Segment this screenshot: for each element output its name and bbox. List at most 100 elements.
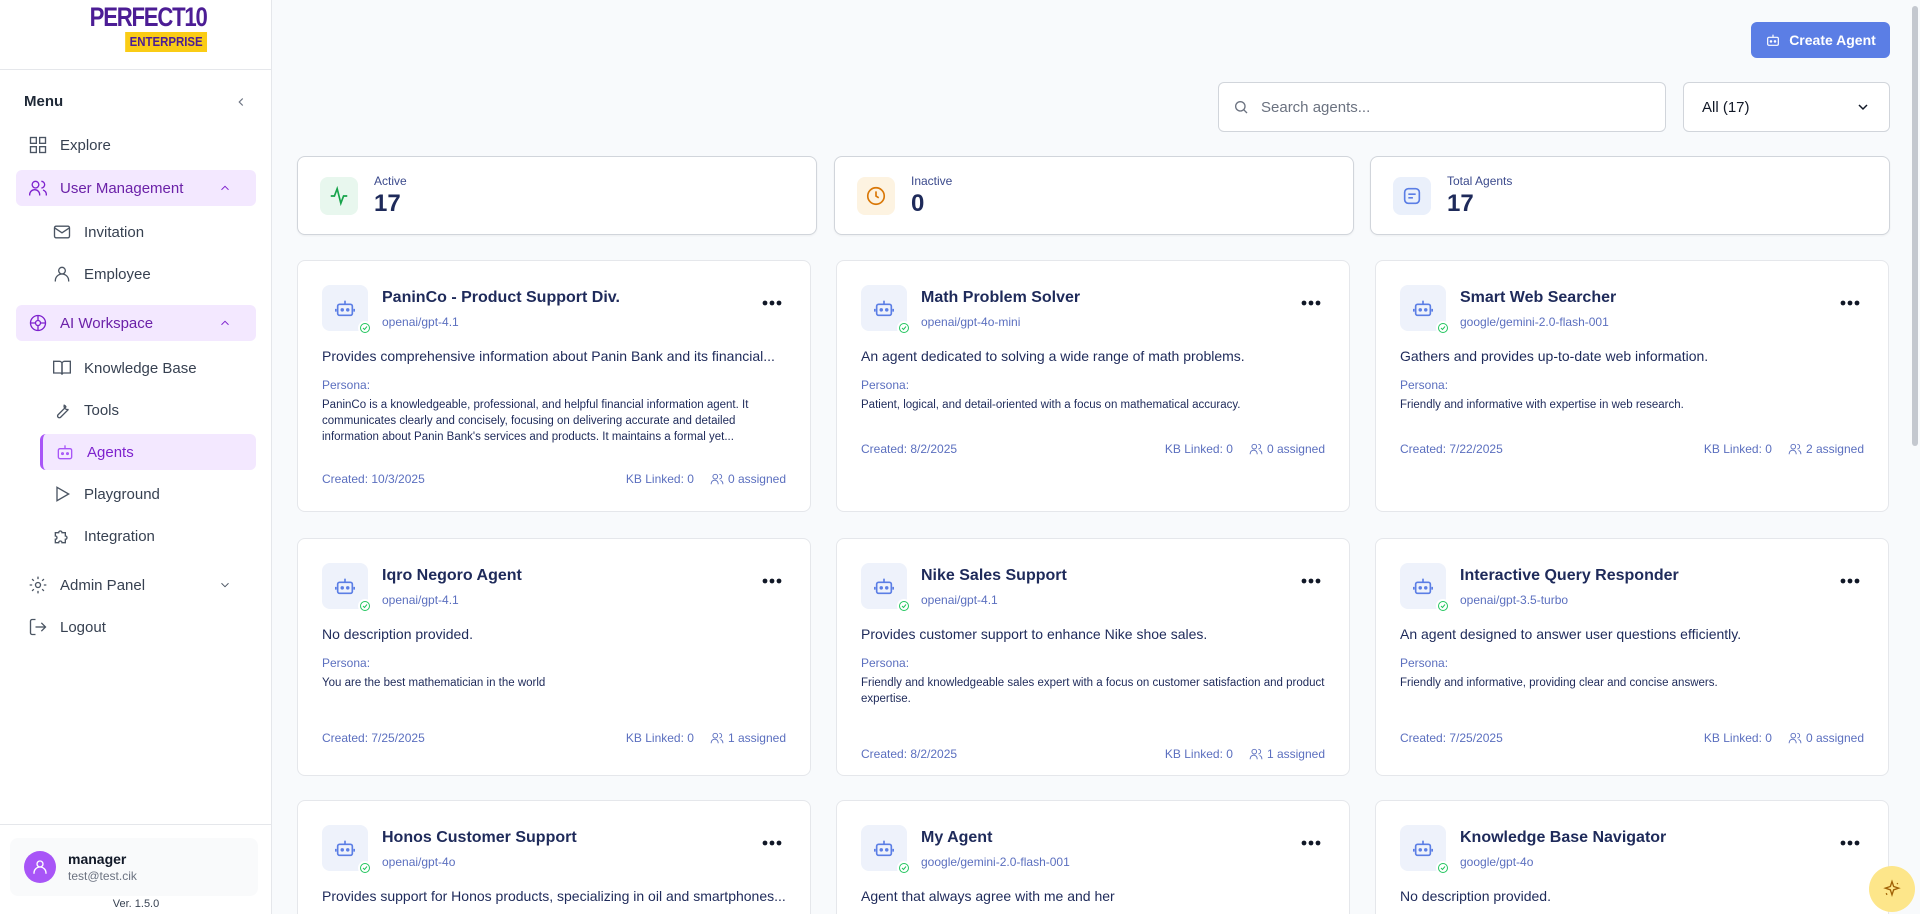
sidebar-item-tools[interactable]: Tools <box>40 392 256 428</box>
stat-label: Active <box>374 173 407 188</box>
grid-icon <box>29 136 47 154</box>
agent-created: Created: 7/25/2025 <box>1400 731 1503 745</box>
agent-created: Created: 7/22/2025 <box>1400 442 1503 456</box>
stat-icon-bg <box>1393 176 1431 215</box>
sidebar-item-label: Explore <box>60 136 111 154</box>
menu-title: Menu <box>24 93 64 110</box>
more-options-button[interactable] <box>1301 833 1321 846</box>
kb-linked: KB Linked: 0 <box>625 472 694 486</box>
agent-created: Created: 8/2/2025 <box>861 442 958 456</box>
bot-icon <box>1413 300 1433 317</box>
status-filter-select[interactable]: All (17) <box>1683 82 1890 132</box>
more-options-button[interactable] <box>762 571 782 584</box>
sidebar-item-label: Knowledge Base <box>84 359 197 377</box>
user-profile[interactable]: manager test@test.cik <box>10 838 258 896</box>
bot-icon <box>57 445 73 460</box>
user-name: manager <box>68 851 127 867</box>
scrollbar[interactable] <box>1912 6 1918 446</box>
more-options-button[interactable] <box>1840 571 1860 584</box>
user-icon <box>54 266 70 282</box>
more-options-button[interactable] <box>1301 571 1321 584</box>
create-agent-button[interactable]: Create Agent <box>1751 22 1890 58</box>
stat-label: Total Agents <box>1447 173 1513 188</box>
agent-card[interactable]: My Agent google/gemini-2.0-flash-001 Agent… <box>836 800 1350 914</box>
status-badge <box>358 599 372 613</box>
app-version: Ver. 1.5.0 <box>112 898 160 910</box>
collapse-sidebar-icon[interactable] <box>234 95 248 109</box>
agent-description: An agent dedicated to solving a wide ran… <box>861 348 1245 364</box>
agent-card[interactable]: Math Problem Solver openai/gpt-4o-mini An … <box>836 260 1350 512</box>
agent-card[interactable]: Smart Web Searcher google/gemini-2.0-flas… <box>1375 260 1889 512</box>
sidebar-item-integration[interactable]: Integration <box>40 518 256 554</box>
persona-label: Persona: <box>1400 378 1449 392</box>
sidebar-item-playground[interactable]: Playground <box>40 476 256 512</box>
sidebar-item-label: Agents <box>87 443 134 461</box>
sidebar-item-user-management[interactable]: User Management <box>16 170 256 206</box>
status-badge <box>897 861 911 875</box>
agent-card[interactable]: PaninCo - Product Support Div. openai/gpt… <box>297 260 811 512</box>
agent-name[interactable]: Math Problem Solver <box>921 289 1080 307</box>
stat-card-total: Total Agents 17 <box>1370 156 1890 235</box>
more-options-button[interactable] <box>1301 293 1321 306</box>
agent-card[interactable]: Nike Sales Support openai/gpt-4.1 Provides… <box>836 538 1350 776</box>
sidebar-item-label: Playground <box>84 485 160 503</box>
chevron-up-icon <box>221 185 229 191</box>
agent-model: openai/gpt-4o <box>382 855 456 869</box>
more-options-button[interactable] <box>762 833 782 846</box>
sidebar-item-employee[interactable]: Employee <box>40 256 256 292</box>
sidebar-item-label: Invitation <box>84 223 145 241</box>
gear-icon <box>29 576 47 594</box>
chevron-down-icon <box>1858 104 1868 111</box>
agent-model: google/gemini-2.0-flash-001 <box>1460 315 1609 329</box>
agent-name[interactable]: Interactive Query Responder <box>1460 567 1679 585</box>
agent-name[interactable]: My Agent <box>921 829 992 847</box>
agent-model: openai/gpt-4.1 <box>382 593 459 607</box>
more-options-button[interactable] <box>1840 293 1860 306</box>
agent-name[interactable]: Iqro Negoro Agent <box>382 567 522 585</box>
agent-description: Provides comprehensive information about… <box>322 348 775 364</box>
agent-name[interactable]: PaninCo - Product Support Div. <box>382 289 620 307</box>
logout-icon <box>29 618 47 636</box>
brand-logo[interactable]: PERFECT10 ENTERPRISE <box>0 0 271 70</box>
users-icon <box>29 180 47 196</box>
sidebar-item-label: Logout <box>60 618 106 636</box>
agent-model: openai/gpt-3.5-turbo <box>1460 593 1569 607</box>
sidebar-item-agents[interactable]: Agents <box>40 434 256 470</box>
agent-card[interactable]: Honos Customer Support openai/gpt-4o Provi… <box>297 800 811 914</box>
more-options-button[interactable] <box>1840 833 1860 846</box>
agent-meta: KB Linked: 0 2 assigned <box>1704 442 1864 456</box>
menu-header: Menu <box>24 93 248 110</box>
wrench-icon <box>56 404 69 419</box>
assigned-count: 0 assigned <box>1266 442 1325 456</box>
sidebar-item-ai-workspace[interactable]: AI Workspace <box>16 305 256 341</box>
search-input[interactable] <box>1261 98 1641 116</box>
agent-name[interactable]: Honos Customer Support <box>382 829 577 847</box>
agent-name[interactable]: Nike Sales Support <box>921 567 1067 585</box>
check-circle-icon <box>899 323 909 333</box>
assistant-button[interactable] <box>1869 866 1915 912</box>
agent-card[interactable]: Interactive Query Responder openai/gpt-3.… <box>1375 538 1889 776</box>
kb-linked: KB Linked: 0 <box>1703 442 1772 456</box>
check-circle-icon <box>899 601 909 611</box>
brand-sub: ENTERPRISE <box>124 32 207 52</box>
status-badge <box>897 321 911 335</box>
agent-card[interactable]: Iqro Negoro Agent openai/gpt-4.1 No descri… <box>297 538 811 776</box>
agent-name[interactable]: Knowledge Base Navigator <box>1460 829 1666 847</box>
sidebar-item-logout[interactable]: Logout <box>16 609 256 645</box>
sidebar-item-admin-panel[interactable]: Admin Panel <box>16 567 256 603</box>
sidebar-item-invitation[interactable]: Invitation <box>40 214 256 250</box>
workspace-icon <box>29 314 47 332</box>
status-badge <box>897 599 911 613</box>
book-open-icon <box>53 360 71 375</box>
sidebar-item-label: Admin Panel <box>60 576 146 594</box>
sidebar-item-label: User Management <box>60 179 184 197</box>
sidebar-item-knowledge-base[interactable]: Knowledge Base <box>40 350 256 386</box>
puzzle-icon <box>54 530 68 544</box>
sidebar-item-explore[interactable]: Explore <box>16 127 256 163</box>
filter-value: All (17) <box>1702 98 1750 116</box>
agent-card[interactable]: Knowledge Base Navigator google/gpt-4o No … <box>1375 800 1889 914</box>
agent-description: Agent that always agree with me and her <box>861 888 1115 904</box>
agent-name[interactable]: Smart Web Searcher <box>1460 289 1616 307</box>
check-circle-icon <box>360 863 370 873</box>
more-options-button[interactable] <box>762 293 782 306</box>
